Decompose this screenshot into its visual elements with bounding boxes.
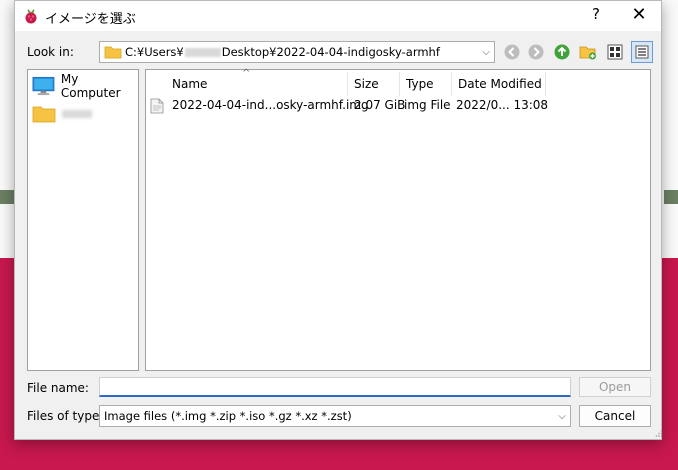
table-row[interactable]: 2022-04-04-ind...osky-armhf.img 2.07 GiB… [146, 96, 650, 116]
file-size: 2.07 GiB [354, 98, 406, 112]
file-icon [150, 98, 164, 114]
open-button[interactable]: Open [579, 377, 651, 397]
title-bar: イメージを選ぶ ? ✕ [15, 1, 661, 31]
file-dialog: イメージを選ぶ ? ✕ Look in: C:¥Users¥ Desktop¥20… [14, 0, 663, 440]
file-type: img File [404, 98, 451, 112]
close-button[interactable]: ✕ [627, 3, 651, 27]
cancel-button[interactable]: Cancel [579, 405, 651, 427]
places-sidebar: My Computer [27, 69, 139, 371]
column-header-name[interactable]: Name [166, 72, 348, 96]
file-date-modified: 2022/0... 13:08 [456, 98, 549, 112]
list-view-icon[interactable] [606, 43, 624, 61]
sidebar-item-user-folder[interactable] [32, 102, 92, 126]
dialog-title: イメージを選ぶ [45, 12, 136, 27]
folder-icon [104, 46, 122, 59]
folder-icon [32, 106, 56, 123]
detail-view-button[interactable] [631, 41, 653, 63]
computer-icon [32, 76, 55, 96]
detail-view-icon [635, 45, 649, 59]
look-in-path: C:¥Users¥ Desktop¥2022-04-04-indigosky-ar… [125, 45, 440, 59]
redacted-folder-name [62, 110, 92, 118]
file-name-label: File name: [27, 381, 89, 395]
redacted-username [184, 48, 221, 57]
sidebar-item-my-computer[interactable]: My Computer [32, 72, 138, 100]
column-header-date-modified[interactable]: Date Modified [452, 72, 546, 96]
background-app-edge [0, 190, 14, 204]
file-type-combo[interactable]: Image files (*.img *.zip *.iso *.gz *.xz… [99, 405, 571, 427]
look-in-combo[interactable]: C:¥Users¥ Desktop¥2022-04-04-indigosky-ar… [99, 41, 495, 63]
forward-icon[interactable] [527, 43, 545, 61]
raspberry-icon [25, 9, 37, 24]
help-button[interactable]: ? [587, 5, 605, 25]
file-type-label: Files of type: [27, 409, 104, 423]
chevron-down-icon[interactable]: ⌵ [478, 47, 494, 58]
file-name: 2022-04-04-ind...osky-armhf.img [172, 98, 369, 112]
file-type-selected: Image files (*.img *.zip *.iso *.gz *.xz… [104, 409, 352, 423]
parent-directory-icon[interactable] [553, 43, 571, 61]
file-name-input[interactable] [99, 377, 571, 397]
back-icon[interactable] [503, 43, 521, 61]
column-header-type[interactable]: Type [400, 72, 452, 96]
file-list: ^ Name Size Type Date Modified 2022-04-0… [145, 68, 651, 371]
background-app-edge-right [664, 190, 678, 204]
chevron-down-icon[interactable]: ⌵ [554, 411, 570, 422]
look-in-label: Look in: [27, 45, 74, 59]
resize-grip-icon[interactable] [655, 429, 663, 437]
column-header-size[interactable]: Size [348, 72, 400, 96]
new-folder-icon[interactable] [579, 43, 597, 61]
